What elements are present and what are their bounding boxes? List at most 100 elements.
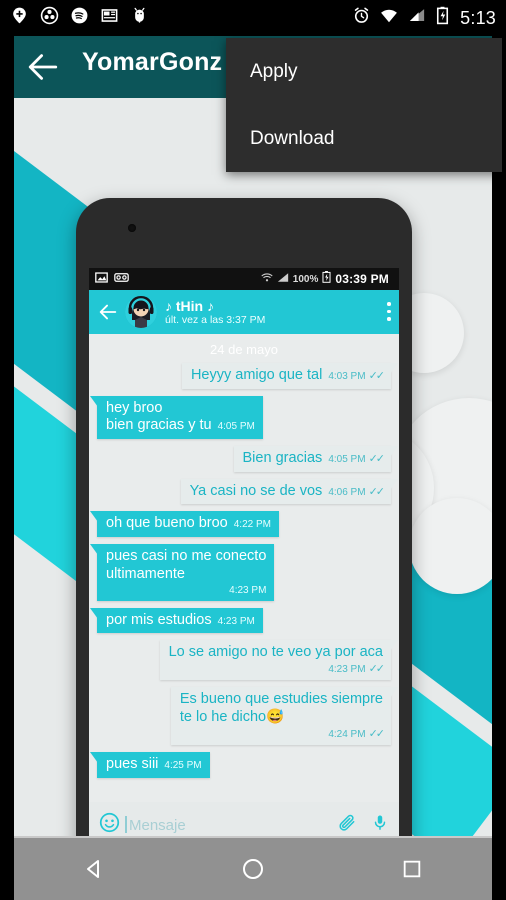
message-bubble[interactable]: oh que bueno broo 4:22 PM (90, 511, 279, 538)
message-row: Lo se amigo no te veo ya por aca 4:23 PM ✓… (97, 640, 399, 681)
message-row: Ya casi no se de vos 4:06 PM ✓✓ (97, 478, 399, 505)
message-time: 4:23 PM (328, 664, 366, 676)
date-divider: 24 de mayo (210, 342, 278, 357)
message-time: 4:23 PM (217, 615, 255, 627)
message-meta: 4:22 PM (234, 519, 271, 531)
message-text: Bien gracias (242, 450, 323, 467)
message-meta: 4:23 PM (218, 616, 255, 628)
message-time: 4:23 PM (229, 584, 267, 596)
message-text: por mis estudios (106, 611, 212, 628)
message-list: Heyyy amigo que tal 4:03 PM ✓✓ hey broo bien… (89, 363, 399, 778)
clover-control-icon (40, 6, 59, 30)
message-bubble[interactable]: Lo se amigo no te veo ya por aca 4:23 PM ✓… (159, 640, 399, 681)
back-arrow-icon[interactable] (26, 50, 60, 84)
nav-recents-icon[interactable] (389, 849, 435, 889)
message-row: pues casi no me conecto ultimamente 4:23 P… (89, 544, 391, 601)
screenshot-icon (95, 270, 108, 288)
preview-clock: 03:39 PM (335, 272, 389, 286)
message-bubble[interactable]: pues casi no me conecto ultimamente 4:23 P… (89, 544, 275, 601)
menu-item-download[interactable]: Download (226, 105, 502, 172)
preview-status-bar: 100% 03:39 PM (89, 268, 399, 290)
preview-chat-header: ♪ tHin ♪ últ. vez a las 3:37 PM (89, 290, 399, 334)
nav-back-icon[interactable] (71, 849, 117, 889)
overflow-menu: Apply Download (226, 38, 502, 172)
screen: 5:13 100% 03:39 PM ♪ tHin ♪ últ. vez a l… (0, 0, 506, 900)
wifi-icon (261, 270, 273, 288)
avatar[interactable] (125, 296, 157, 328)
overflow-menu-icon[interactable] (387, 302, 391, 322)
notification-icons (10, 6, 160, 30)
message-time: 4:25 PM (164, 760, 202, 772)
message-bubble[interactable]: Ya casi no se de vos 4:06 PM ✓✓ (180, 478, 399, 505)
signal-icon (277, 270, 289, 288)
wallpaper-preview[interactable]: 100% 03:39 PM ♪ tHin ♪ últ. vez a las 3:… (14, 98, 492, 836)
paperclip-icon[interactable] (337, 813, 357, 837)
message-bubble[interactable]: Bien gracias 4:05 PM ✓✓ (233, 446, 399, 472)
message-meta: 4:24 PM ✓✓ (186, 727, 386, 741)
message-row: por mis estudios 4:23 PM (90, 607, 391, 634)
message-row: Es bueno que estudies siempre te lo he di… (97, 687, 399, 746)
battery-charging-icon (435, 6, 450, 30)
battery-charging-icon (322, 270, 331, 288)
message-text: hey broo bien gracias y tu (106, 399, 212, 434)
message-bubble[interactable]: pues siii 4:25 PM (90, 752, 210, 778)
contact-status: últ. vez a las 3:37 PM (165, 314, 266, 327)
message-time: 4:24 PM (328, 728, 366, 740)
emoji-icon[interactable] (99, 812, 120, 836)
news-layout-icon (100, 6, 119, 30)
message-meta: 4:05 PM ✓✓ (328, 453, 385, 466)
location-plus-icon (10, 6, 29, 30)
message-row: Bien gracias 4:05 PM ✓✓ (97, 446, 399, 472)
message-text: Es bueno que estudies siempre te lo he di… (179, 691, 383, 726)
preview-chat-body: 24 de mayo Heyyy amigo que tal 4:03 PM ✓✓ h… (89, 334, 399, 836)
message-text: pues siii (106, 756, 159, 773)
contact-name: ♪ tHin ♪ (165, 297, 214, 314)
contact-info: ♪ tHin ♪ últ. vez a las 3:37 PM (165, 298, 265, 326)
android-bug-icon (130, 6, 149, 30)
message-text: oh que bueno broo (106, 515, 228, 532)
message-input[interactable]: Mensaje (125, 815, 337, 834)
message-text: Heyyy amigo que tal (190, 367, 323, 383)
message-placeholder: Mensaje (129, 816, 186, 834)
message-row: Heyyy amigo que tal 4:03 PM ✓✓ (97, 363, 399, 389)
read-receipt-icon: ✓✓ (368, 370, 386, 382)
message-bubble[interactable]: hey broo bien gracias y tu 4:05 PM (90, 395, 263, 440)
message-text: Lo se amigo no te veo ya por aca (168, 644, 383, 661)
navigation-bar (0, 836, 506, 900)
page-title: YomarGonz (82, 48, 223, 76)
message-meta: 4:23 PM ✓✓ (175, 663, 385, 676)
message-meta: 4:03 PM ✓✓ (328, 370, 386, 383)
message-time: 4:06 PM (328, 486, 366, 498)
message-row: oh que bueno broo 4:22 PM (90, 511, 391, 538)
menu-item-apply[interactable]: Apply (226, 38, 502, 105)
battery-percent: 100% (292, 273, 319, 285)
phone-mockup: 100% 03:39 PM ♪ tHin ♪ últ. vez a las 3:… (76, 198, 412, 836)
spotify-icon (70, 6, 89, 30)
message-row: pues siii 4:25 PM (90, 752, 391, 778)
message-meta: 4:23 PM (112, 585, 266, 597)
message-bubble[interactable]: Heyyy amigo que tal 4:03 PM ✓✓ (181, 363, 399, 389)
phone-camera-dot (128, 224, 136, 232)
message-bubble[interactable]: por mis estudios 4:23 PM (90, 607, 263, 634)
read-receipt-icon: ✓✓ (368, 485, 386, 498)
phone-screen: 100% 03:39 PM ♪ tHin ♪ últ. vez a las 3:… (89, 268, 399, 836)
message-time: 4:05 PM (217, 421, 255, 433)
message-bubble[interactable]: Es bueno que estudies siempre te lo he di… (170, 687, 399, 746)
message-meta: 4:05 PM (218, 421, 255, 433)
signal-icon (407, 6, 427, 30)
status-icons: 5:13 (352, 6, 496, 30)
voicemail-icon (114, 270, 129, 288)
microphone-icon[interactable] (371, 813, 389, 837)
back-arrow-icon[interactable] (97, 301, 119, 323)
message-time: 4:05 PM (328, 454, 366, 466)
nav-home-icon[interactable] (230, 849, 276, 889)
message-composer: Mensaje (89, 802, 399, 836)
wifi-icon (379, 6, 399, 30)
message-text: Ya casi no se de vos (189, 482, 323, 499)
message-text: pues casi no me conecto ultimamente (106, 548, 267, 582)
read-receipt-icon: ✓✓ (368, 727, 386, 740)
message-meta: 4:06 PM ✓✓ (328, 485, 386, 499)
message-time: 4:03 PM (328, 371, 366, 382)
message-meta: 4:25 PM (164, 760, 201, 772)
alarm-icon (352, 6, 371, 30)
